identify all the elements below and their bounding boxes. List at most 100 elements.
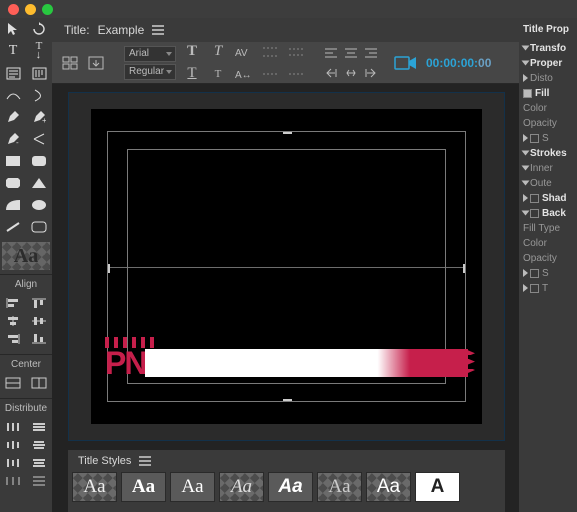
convert-anchor-tool[interactable]: [26, 128, 52, 150]
baseline-icon[interactable]: [260, 64, 280, 84]
style-swatch[interactable]: A: [415, 472, 460, 502]
clipped-rectangle-tool[interactable]: [0, 172, 26, 194]
timecode-display[interactable]: 00:00:00:00: [426, 56, 491, 70]
prop-fill-opacity[interactable]: Opacity: [519, 116, 577, 131]
minimize-traffic-light[interactable]: [25, 4, 36, 15]
leading-icon[interactable]: [260, 42, 280, 62]
logo-text: PN: [105, 346, 145, 380]
tracking-icon[interactable]: A↔: [234, 64, 254, 84]
wedge-tool[interactable]: [26, 172, 52, 194]
svg-text:-: -: [16, 138, 19, 146]
vertical-area-type-tool[interactable]: [26, 62, 52, 84]
title-styles-menu-icon[interactable]: [139, 456, 151, 466]
prop-bg-texture[interactable]: T: [542, 283, 548, 294]
kerning-icon[interactable]: AV: [234, 42, 254, 62]
prop-bg-color[interactable]: Color: [519, 236, 577, 251]
align-vcenter[interactable]: [28, 313, 50, 329]
align-panel-title: Align: [0, 279, 52, 294]
small-caps-icon[interactable]: [286, 42, 306, 62]
path-type-tool[interactable]: [0, 84, 26, 106]
pen-tool[interactable]: [0, 106, 26, 128]
title-canvas[interactable]: PN: [68, 92, 505, 441]
tab-right[interactable]: [362, 64, 380, 82]
lower-third-graphic[interactable]: PN: [105, 346, 468, 380]
align-text-center[interactable]: [342, 44, 360, 62]
lower-third-bar: [145, 349, 468, 377]
area-type-tool[interactable]: [0, 62, 26, 84]
line-tool[interactable]: [0, 216, 26, 238]
font-family-select[interactable]: Arial: [124, 46, 176, 62]
prop-bg-filltype[interactable]: Fill Type: [519, 221, 577, 236]
underline-toggle[interactable]: T: [182, 64, 202, 84]
rotate-tool[interactable]: [26, 18, 52, 40]
style-swatch[interactable]: Aa: [268, 472, 313, 502]
distribute-hgap[interactable]: [2, 473, 24, 489]
align-hcenter[interactable]: [2, 313, 24, 329]
center-vertical[interactable]: [2, 375, 24, 391]
prop-bg-opacity[interactable]: Opacity: [519, 251, 577, 266]
prop-sheen[interactable]: S: [542, 133, 549, 144]
style-swatch[interactable]: Aa: [366, 472, 411, 502]
align-top[interactable]: [28, 295, 50, 311]
prop-strokes[interactable]: Strokes: [530, 148, 567, 159]
italic-toggle[interactable]: T: [208, 42, 228, 62]
prop-group-transform[interactable]: Transfo: [530, 43, 566, 54]
panel-menu-icon[interactable]: [152, 25, 164, 35]
ellipse-tool[interactable]: [26, 194, 52, 216]
distribute-bottom[interactable]: [28, 455, 50, 471]
prop-background[interactable]: Back: [542, 208, 566, 219]
style-swatch[interactable]: Aa: [219, 472, 264, 502]
distribute-vgap[interactable]: [28, 473, 50, 489]
close-traffic-light[interactable]: [8, 4, 19, 15]
distribute-left[interactable]: [2, 419, 24, 435]
selection-tool[interactable]: [0, 18, 26, 40]
style-templates-icon[interactable]: [60, 53, 80, 73]
font-weight-select[interactable]: Regular: [124, 64, 176, 80]
prop-bg-sheen[interactable]: S: [542, 268, 549, 279]
roll-crawl-icon[interactable]: [86, 53, 106, 73]
type-tool[interactable]: T: [0, 40, 26, 62]
align-left[interactable]: [2, 295, 24, 311]
rounded-rectangle-tool[interactable]: [26, 150, 52, 172]
center-horizontal[interactable]: [28, 375, 50, 391]
delete-anchor-tool[interactable]: -: [0, 128, 26, 150]
prop-fill-color[interactable]: Color: [519, 101, 577, 116]
distribute-panel-title: Distribute: [0, 403, 52, 418]
distribute-hcenter[interactable]: [2, 437, 24, 453]
vertical-path-type-tool[interactable]: [26, 84, 52, 106]
paragraph-alignment-group: [322, 44, 380, 82]
distribute-vcenter[interactable]: [28, 437, 50, 453]
prop-distort[interactable]: Disto: [530, 73, 553, 84]
distribute-right[interactable]: [2, 455, 24, 471]
align-text-left[interactable]: [322, 44, 340, 62]
size-icon[interactable]: T: [208, 64, 228, 84]
align-right[interactable]: [2, 331, 24, 347]
prop-inner-stroke[interactable]: Inner: [530, 163, 553, 174]
vertical-type-tool[interactable]: T↓: [26, 40, 52, 62]
prop-outer-stroke[interactable]: Oute: [530, 178, 552, 189]
distribute-top[interactable]: [28, 419, 50, 435]
align-bottom[interactable]: [28, 331, 50, 347]
bold-toggle[interactable]: T: [182, 42, 202, 62]
zoom-traffic-light[interactable]: [42, 4, 53, 15]
superscript-icon[interactable]: [286, 64, 306, 84]
show-video-icon[interactable]: [394, 54, 420, 72]
style-swatch[interactable]: Aa: [170, 472, 215, 502]
style-swatch-row: AaAaAaAaAaAaAaA: [68, 472, 505, 502]
timecode-frames: 00: [478, 56, 491, 70]
prop-group-properties[interactable]: Proper: [530, 58, 562, 69]
prop-fill[interactable]: Fill: [535, 88, 549, 99]
prop-shadow[interactable]: Shad: [542, 193, 566, 204]
add-anchor-tool[interactable]: +: [26, 106, 52, 128]
title-panel-header: Title: Example: [52, 18, 519, 42]
tool-palette: T T↓ + - Aa Align Center: [0, 18, 52, 512]
rounded-rectangle-outline-tool[interactable]: [26, 216, 52, 238]
style-swatch[interactable]: Aa: [72, 472, 117, 502]
style-swatch[interactable]: Aa: [317, 472, 362, 502]
tab-left[interactable]: [322, 64, 340, 82]
arc-tool[interactable]: [0, 194, 26, 216]
align-text-right[interactable]: [362, 44, 380, 62]
style-swatch[interactable]: Aa: [121, 472, 166, 502]
tab-center[interactable]: [342, 64, 360, 82]
rectangle-tool[interactable]: [0, 150, 26, 172]
